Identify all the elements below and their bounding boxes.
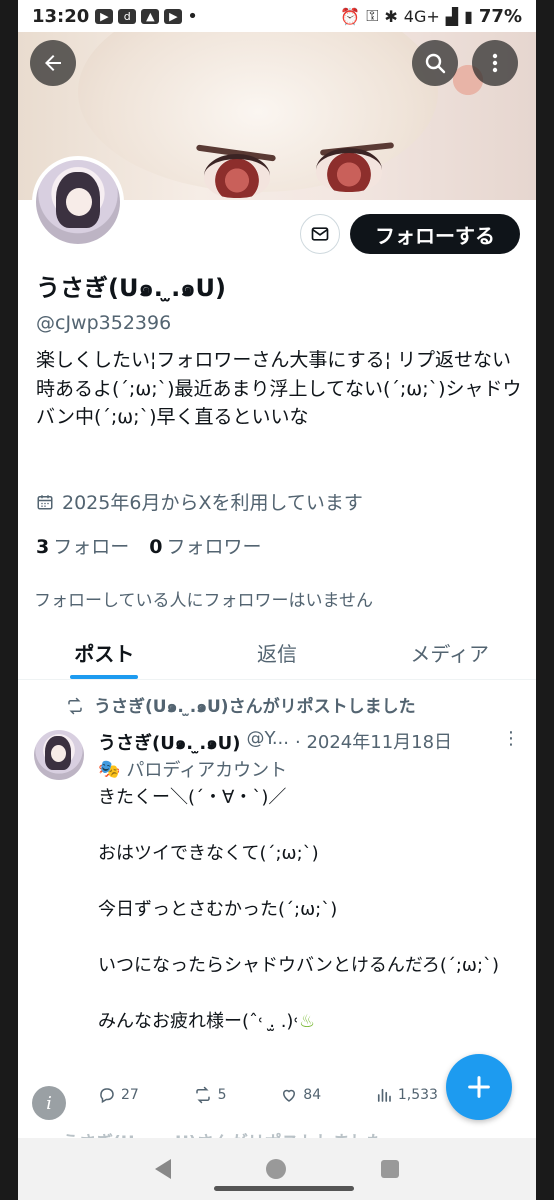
banner-art-eye-left	[204, 154, 270, 198]
post-line: おはツイできなくて(´;ω;`)	[98, 843, 319, 864]
repost-count: 5	[217, 1087, 227, 1103]
alarm-icon: ⏰	[340, 6, 361, 26]
reply-icon	[100, 1088, 114, 1104]
post-line: 今日ずっとさむかった(´;ω;`)	[98, 899, 338, 920]
nav-home-icon[interactable]	[265, 1159, 286, 1179]
search-icon	[425, 53, 446, 74]
no-mutual-followers-text: フォローしている人にフォロワーはいません	[34, 591, 373, 611]
info-icon[interactable]: i	[32, 1086, 66, 1120]
post-avatar-art-face	[51, 745, 66, 762]
repost-icon	[68, 697, 82, 715]
calendar-icon	[37, 494, 53, 509]
search-button[interactable]	[412, 40, 458, 86]
following-count: 3	[36, 536, 50, 558]
direct-message-button[interactable]	[300, 214, 340, 254]
followers-label: フォロワー	[166, 536, 262, 558]
heart-icon	[283, 1089, 296, 1102]
following-label: フォロー	[53, 536, 130, 558]
status-bar: 13:20 ▶ d ▲ ▶ • ⏰ ⚿ ✱ 4G+ ▟ ▮ 77%	[18, 0, 536, 32]
youtube-notification-icon: ▶	[95, 8, 114, 24]
tab-media[interactable]: メディア	[363, 626, 536, 679]
post-line: いつになったらシャドウバンとけるんだろ(´;ω;`)	[98, 955, 500, 976]
reply-count: 27	[121, 1087, 139, 1103]
follow-counts: 3 フォロー 0 フォロワー	[36, 532, 262, 559]
repost-button[interactable]: 5	[193, 1086, 227, 1104]
reply-button[interactable]: 27	[98, 1086, 139, 1104]
network-type: 4G+	[403, 6, 440, 26]
like-count: 84	[303, 1087, 322, 1103]
hot-bath-icon: ♨	[299, 1011, 316, 1032]
post-more-icon[interactable]: ⋮	[502, 728, 520, 749]
joined-date-text: 2025年6月からXを利用しています	[62, 492, 363, 514]
photo-notification-icon: ▲	[141, 8, 160, 24]
post-line-last: みんなお疲れ様ー(ˆ˓ .̫ .)˓♨	[98, 1008, 524, 1036]
repost-indicator: うさぎ(U๑. ̫.๑U)さんがリポストしました	[66, 692, 416, 720]
status-right: ⏰ ⚿ ✱ 4G+ ▟ ▮ 77%	[340, 6, 522, 27]
profile-avatar[interactable]	[32, 156, 124, 248]
nav-back-icon[interactable]	[155, 1159, 172, 1179]
key-icon: ⚿	[366, 6, 379, 25]
profile-bio: 楽しくしたい¦フォロワーさん大事にする¦ リプ返せない時あるよ(´;ω;`)最近…	[36, 349, 522, 428]
app-screen: 13:20 ▶ d ▲ ▶ • ⏰ ⚿ ✱ 4G+ ▟ ▮ 77% フォローする…	[18, 0, 536, 1200]
like-button[interactable]: 84	[280, 1086, 321, 1104]
avatar-art-face	[66, 188, 92, 216]
bluetooth-icon: ✱	[384, 6, 398, 26]
banner-art-eye-right	[316, 148, 382, 192]
repost-icon	[195, 1086, 210, 1104]
profile-display-name: うさぎ(U๑. ̫.๑U)	[36, 274, 226, 302]
nav-recents-icon[interactable]	[380, 1160, 399, 1178]
views-button[interactable]: 1,533	[375, 1086, 438, 1104]
tab-posts[interactable]: ポスト	[18, 626, 191, 679]
post-line-text: みんなお疲れ様ー(ˆ˓ .̫ .)˓	[98, 1011, 299, 1032]
follow-button[interactable]: フォローする	[350, 214, 520, 254]
post-text: きたくー＼(´・∀・`)／ おはツイできなくて(´;ω;`) 今日ずっとさむかっ…	[98, 784, 524, 1036]
theater-mask-icon: 🎭	[98, 758, 121, 780]
profile-handle: @cJwp352396	[36, 312, 172, 334]
post-actions: 27 5 84 1,533	[98, 1086, 438, 1104]
joined-date: 2025年6月からXを利用しています	[36, 488, 363, 515]
battery-percent: 77%	[478, 5, 522, 27]
signal-icon: ▟	[445, 6, 459, 26]
bar-chart-icon	[377, 1088, 391, 1102]
status-time: 13:20	[32, 5, 90, 27]
app-notification-icon: d	[118, 8, 137, 24]
back-arrow-icon	[45, 55, 61, 71]
home-indicator[interactable]	[214, 1186, 354, 1191]
repost-indicator-text: うさぎ(U๑. ̫.๑U)さんがリポストしました	[94, 697, 416, 717]
post-author-name[interactable]: うさぎ(U๑. ̫.๑U)	[98, 728, 240, 757]
parody-label-text: パロディアカウント	[126, 760, 288, 781]
battery-icon: ▮	[464, 6, 473, 26]
parody-label: 🎭 パロディアカウント	[98, 756, 287, 782]
plus-icon	[468, 1076, 490, 1098]
post-author-avatar[interactable]	[34, 730, 84, 780]
views-count: 1,533	[397, 1087, 438, 1103]
back-button[interactable]	[30, 40, 76, 86]
youtube-notification-icon-2: ▶	[164, 8, 183, 24]
following-link[interactable]: 3 フォロー	[36, 532, 129, 559]
more-options-button[interactable]	[472, 40, 518, 86]
followers-count: 0	[149, 536, 163, 558]
profile-tabs: ポスト 返信 メディア	[18, 626, 536, 680]
post-header: うさぎ(U๑. ̫.๑U) @Y... · 2024年11月18日	[98, 728, 518, 757]
tab-replies[interactable]: 返信	[191, 626, 364, 679]
envelope-icon	[311, 227, 329, 241]
followers-link[interactable]: 0 フォロワー	[149, 532, 261, 559]
post-author-handle[interactable]: @Y...	[246, 728, 289, 757]
vertical-dots-icon	[492, 53, 498, 73]
post-date: · 2024年11月18日	[295, 732, 453, 753]
post-line: きたくー＼(´・∀・`)／	[98, 787, 287, 808]
compose-post-button[interactable]	[446, 1054, 512, 1120]
more-notifications-dot-icon: •	[187, 5, 198, 27]
